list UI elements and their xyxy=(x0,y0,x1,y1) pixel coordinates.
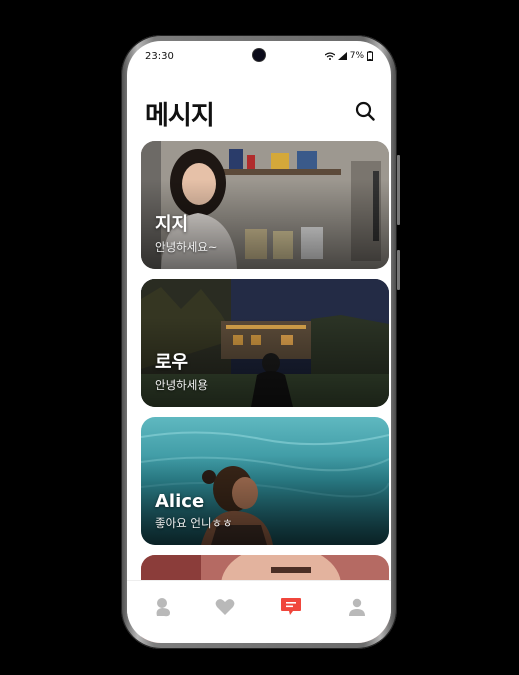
chat-card[interactable]: Alice 좋아요 언니ㅎㅎ xyxy=(141,417,389,545)
nav-moments[interactable] xyxy=(151,595,175,619)
battery-percent: 7% xyxy=(349,51,364,61)
chat-name: Alice xyxy=(155,491,205,512)
search-button[interactable] xyxy=(353,99,377,123)
chat-card[interactable]: 지지 안녕하세요~ xyxy=(141,141,389,269)
profile-icon xyxy=(349,598,365,616)
chat-last-message: 안녕하세용 xyxy=(155,378,208,392)
phone-screen: 23:30 7% 메시지 지지 안녕하세요~ 로우 안녕하세용 Alice 좋아… xyxy=(127,41,391,643)
chat-name: 로우 xyxy=(155,352,189,373)
wifi-icon xyxy=(324,52,335,60)
chat-last-message: 좋아요 언니ㅎㅎ xyxy=(155,516,233,530)
nav-messages[interactable] xyxy=(279,595,303,619)
battery-icon xyxy=(367,51,373,61)
chat-card[interactable]: 로우 안녕하세용 xyxy=(141,279,389,407)
status-icons: 7% xyxy=(324,51,373,61)
chat-name: 지지 xyxy=(155,214,189,235)
status-bar: 23:30 7% xyxy=(127,41,391,71)
volume-button xyxy=(397,155,400,225)
nav-profile[interactable] xyxy=(345,595,369,619)
moments-icon xyxy=(156,598,170,617)
heart-icon xyxy=(215,599,235,615)
nav-likes[interactable] xyxy=(213,595,237,619)
chat-last-message: 안녕하세요~ xyxy=(155,240,218,254)
bottom-nav xyxy=(127,580,391,643)
phone-frame: 23:30 7% 메시지 지지 안녕하세요~ 로우 안녕하세용 Alice 좋아… xyxy=(121,35,400,649)
message-icon xyxy=(281,598,301,615)
signal-icon xyxy=(337,52,347,60)
front-camera xyxy=(253,49,265,61)
search-icon xyxy=(355,101,375,121)
page-title: 메시지 xyxy=(145,101,215,131)
power-button xyxy=(397,250,400,290)
status-time: 23:30 xyxy=(145,51,174,62)
